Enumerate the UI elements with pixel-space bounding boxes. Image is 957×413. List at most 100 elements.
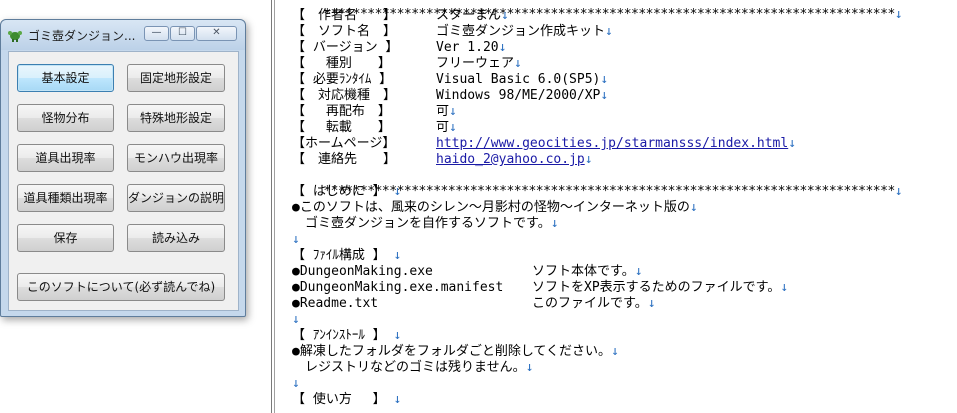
file-desc-line: このファイルです。↓ bbox=[532, 296, 656, 312]
stars-text: ****************************************… bbox=[323, 7, 895, 22]
info-value-line: 可↓ bbox=[436, 104, 457, 120]
line-end-icon: ↓ bbox=[292, 232, 300, 247]
info-row: 【 必要ﾗﾝﾀｲﾑ 】 Visual Basic 6.0(SP5)↓ bbox=[292, 72, 608, 88]
info-value-line: http://www.geocities.jp/starmansss/index… bbox=[436, 136, 796, 152]
info-value-line: Windows 98/ME/2000/XP↓ bbox=[436, 88, 608, 104]
text-line: ●解凍したフォルダをフォルダごと削除してください。↓ bbox=[292, 344, 619, 360]
info-row: 【 転載 】 可↓ bbox=[292, 120, 457, 136]
info-value-line: haido_2@yahoo.co.jp↓ bbox=[436, 152, 593, 168]
line-end-icon: ↓ bbox=[689, 200, 698, 215]
info-key: 【 必要ﾗﾝﾀｲﾑ 】 bbox=[292, 72, 393, 87]
files-heading: 【 ﾌｧｲﾙ構成 】 bbox=[292, 248, 386, 263]
usage-heading: 【 使い方 】 bbox=[292, 392, 386, 407]
title-bar[interactable]: ゴミ壺ダンジョン... — ☐ ✕ bbox=[1, 20, 245, 50]
basic-settings-button[interactable]: 基本設定 bbox=[17, 64, 114, 92]
readme-text[interactable]: ****************************************… bbox=[292, 0, 957, 413]
file-row: ●DungeonMaking.exe ソフト本体です。↓ bbox=[292, 264, 643, 280]
text-line: レジストリなどのゴミは残りません。↓ bbox=[292, 360, 533, 376]
line-end-icon: ↓ bbox=[525, 360, 534, 375]
info-value-line: フリーウェア↓ bbox=[436, 56, 522, 72]
file-desc: このファイルです。 bbox=[532, 296, 648, 311]
info-row: 【 作者名 】 スターまん↓ bbox=[292, 8, 509, 24]
load-button[interactable]: 読み込み bbox=[127, 224, 225, 252]
blank-line: ↓ bbox=[292, 312, 300, 328]
editor-left-border bbox=[271, 0, 272, 413]
uninstall-line-1: ●解凍したフォルダをフォルダごと削除してください。 bbox=[292, 344, 612, 359]
info-key: 【 種別 】 bbox=[292, 56, 391, 71]
info-key: 【 バージョン 】 bbox=[292, 40, 399, 55]
monster-house-rate-button[interactable]: モンハウ出現率 bbox=[127, 144, 225, 172]
maximize-icon: ☐ bbox=[178, 27, 187, 38]
file-desc-line: ソフト本体です。↓ bbox=[532, 264, 643, 280]
info-key: 【 転載 】 bbox=[292, 120, 391, 135]
info-value-line: Visual Basic 6.0(SP5)↓ bbox=[436, 72, 608, 88]
line-end-icon: ↓ bbox=[780, 280, 789, 295]
line-end-icon: ↓ bbox=[634, 264, 643, 279]
dungeon-description-button[interactable]: ダンジョンの説明 bbox=[127, 184, 225, 212]
info-row: 【 種別 】 フリーウェア↓ bbox=[292, 56, 522, 72]
line-end-icon: ↓ bbox=[584, 152, 593, 167]
line-end-icon: ↓ bbox=[600, 72, 609, 87]
line-end-icon: ↓ bbox=[393, 184, 402, 199]
file-desc: ソフトをXP表示するためのファイルです。 bbox=[532, 280, 781, 295]
intro-heading: 【 はじめに 】 bbox=[292, 184, 386, 199]
info-key: 【 連絡先 】 bbox=[292, 152, 397, 167]
section-heading: 【 ｱﾝｲﾝｽﾄｰﾙ 】 ↓ bbox=[292, 328, 401, 344]
section-heading: 【 ﾌｧｲﾙ構成 】 ↓ bbox=[292, 248, 401, 264]
intro-line-2: ゴミ壺ダンジョンを自作するソフトです。 bbox=[292, 216, 551, 231]
info-value-line: Ver 1.20↓ bbox=[436, 40, 506, 56]
info-key: 【 作者名 】 bbox=[292, 8, 397, 23]
section-heading: 【 使い方 】 ↓ bbox=[292, 392, 401, 408]
app-window: ゴミ壺ダンジョン... — ☐ ✕ 基本設定 固定地形設定 怪物分布 特殊地形設… bbox=[0, 19, 246, 317]
info-key: 【 再配布 】 bbox=[292, 104, 391, 119]
uninstall-heading: 【 ｱﾝｲﾝｽﾄｰﾙ 】 bbox=[292, 328, 386, 343]
line-end-icon: ↓ bbox=[647, 296, 656, 311]
text-line: ●このソフトは、風来のシレン～月影村の怪物～インターネット版の↓ bbox=[292, 200, 698, 216]
homepage-link[interactable]: http://www.geocities.jp/starmansss/index… bbox=[436, 136, 788, 151]
info-value-line: スターまん↓ bbox=[436, 8, 509, 24]
close-button[interactable]: ✕ bbox=[196, 26, 237, 41]
info-row: 【 バージョン 】 Ver 1.20↓ bbox=[292, 40, 506, 56]
blank-line: ↓ bbox=[292, 232, 300, 248]
line-end-icon: ↓ bbox=[449, 104, 457, 119]
stars-text: ****************************************… bbox=[323, 184, 895, 199]
save-button[interactable]: 保存 bbox=[17, 224, 114, 252]
about-software-button[interactable]: このソフトについて(必ず読んでね) bbox=[17, 273, 225, 301]
intro-line-1: ●このソフトは、風来のシレン～月影村の怪物～インターネット版の bbox=[292, 200, 690, 215]
info-value: Visual Basic 6.0(SP5) bbox=[436, 72, 601, 87]
email-link[interactable]: haido_2@yahoo.co.jp bbox=[436, 152, 585, 167]
line-end-icon: ↓ bbox=[393, 392, 402, 407]
minimize-button[interactable]: — bbox=[144, 26, 169, 41]
info-row: 【ホームページ】 http://www.geocities.jp/starman… bbox=[292, 136, 796, 152]
info-row: 【 ソフト名 】 ゴミ壺ダンジョン作成キット↓ bbox=[292, 24, 613, 40]
line-end-icon: ↓ bbox=[393, 328, 402, 343]
window-client-area: 基本設定 固定地形設定 怪物分布 特殊地形設定 道具出現率 モンハウ出現率 道具… bbox=[8, 51, 239, 311]
line-end-icon: ↓ bbox=[292, 376, 300, 391]
separator-line: ****************************************… bbox=[292, 168, 902, 199]
info-value: Windows 98/ME/2000/XP bbox=[436, 88, 601, 103]
item-rate-button[interactable]: 道具出現率 bbox=[17, 144, 114, 172]
line-end-icon: ↓ bbox=[393, 248, 402, 263]
maximize-button[interactable]: ☐ bbox=[170, 26, 195, 41]
info-value: 可 bbox=[436, 120, 450, 135]
line-end-icon: ↓ bbox=[498, 40, 507, 55]
info-key: 【 ソフト名 】 bbox=[292, 24, 397, 39]
fixed-terrain-settings-button[interactable]: 固定地形設定 bbox=[127, 64, 225, 92]
item-type-rate-button[interactable]: 道具種類出現率 bbox=[17, 184, 114, 212]
info-row: 【 連絡先 】 haido_2@yahoo.co.jp↓ bbox=[292, 152, 593, 168]
special-terrain-settings-button[interactable]: 特殊地形設定 bbox=[127, 104, 225, 132]
file-desc-line: ソフトをXP表示するためのファイルです。↓ bbox=[532, 280, 788, 296]
file-row: ●Readme.txt このファイルです。↓ bbox=[292, 296, 656, 312]
line-end-icon: ↓ bbox=[611, 344, 619, 359]
minimize-icon: — bbox=[151, 27, 162, 38]
monster-distribution-button[interactable]: 怪物分布 bbox=[17, 104, 114, 132]
line-end-icon: ↓ bbox=[449, 120, 457, 135]
blank-line: ↓ bbox=[292, 376, 300, 392]
window-title: ゴミ壺ダンジョン... bbox=[28, 29, 136, 43]
info-value-line: ゴミ壺ダンジョン作成キット↓ bbox=[436, 24, 613, 40]
info-row: 【 対応機種 】 Windows 98/ME/2000/XP↓ bbox=[292, 88, 608, 104]
line-end-icon: ↓ bbox=[605, 24, 613, 39]
uninstall-line-2: レジストリなどのゴミは残りません。 bbox=[292, 360, 526, 375]
line-end-icon: ↓ bbox=[788, 136, 797, 151]
info-key: 【 対応機種 】 bbox=[292, 88, 397, 103]
